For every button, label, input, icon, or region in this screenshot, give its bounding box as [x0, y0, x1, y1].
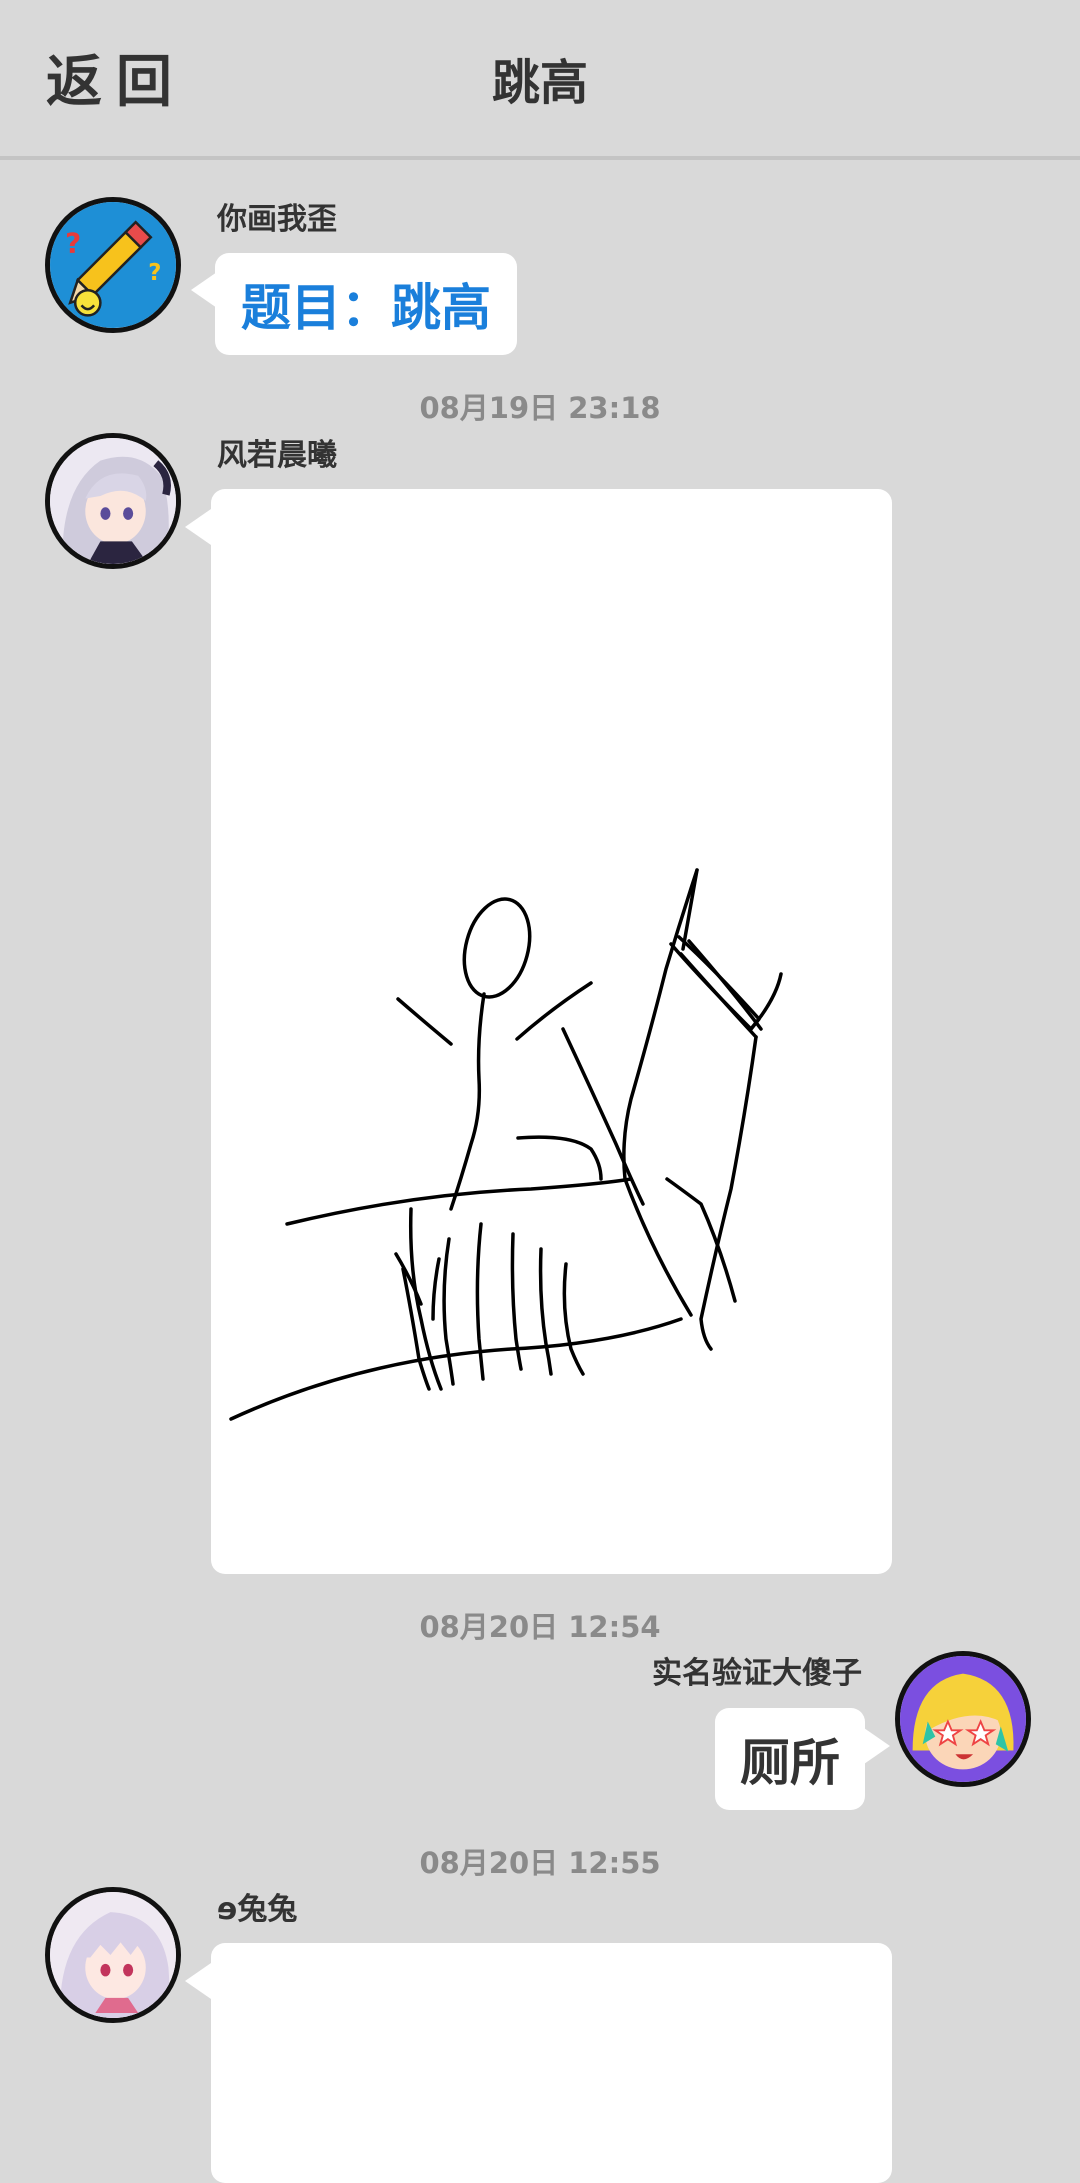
top-bar: 返回 跳高 [0, 0, 1080, 160]
message-bubble[interactable]: 厕所 [715, 1708, 865, 1810]
sender-name: 风若晨曦 [217, 438, 337, 473]
page-title: 跳高 [491, 55, 588, 111]
bubble-tail [864, 1728, 890, 1764]
anime-girl-lavender-hair-avatar[interactable] [45, 1887, 181, 2023]
timestamp: 08月20日 12:55 [419, 1846, 661, 1880]
bubble-tail [185, 509, 211, 545]
anime-girl-silver-hair-avatar[interactable] [45, 433, 181, 569]
bubble-tail [185, 1963, 211, 1999]
bubble-tail [191, 272, 217, 308]
timestamp: 08月20日 12:54 [419, 1610, 661, 1644]
drawing-canvas[interactable] [211, 489, 892, 1574]
message-text: 题目：跳高 [241, 279, 491, 337]
sender-name: 实名验证大傻子 [652, 1656, 862, 1691]
message-bubble[interactable]: 题目：跳高 [215, 253, 517, 355]
stick-figure-high-jump-drawing [229, 868, 783, 1421]
message-text: 厕所 [740, 1734, 840, 1792]
svg-text:?: ? [148, 260, 161, 286]
svg-text:?: ? [65, 226, 81, 259]
timestamp: 08月19日 23:18 [419, 391, 661, 425]
sender-name: ɘ兔兔 [217, 1892, 298, 1927]
pencil-game-logo-icon[interactable]: ? ? [45, 197, 181, 333]
star-eyes-cartoon-avatar[interactable] [895, 1651, 1031, 1787]
drawing-canvas[interactable] [211, 1943, 892, 2183]
sender-name: 你画我歪 [217, 202, 337, 237]
